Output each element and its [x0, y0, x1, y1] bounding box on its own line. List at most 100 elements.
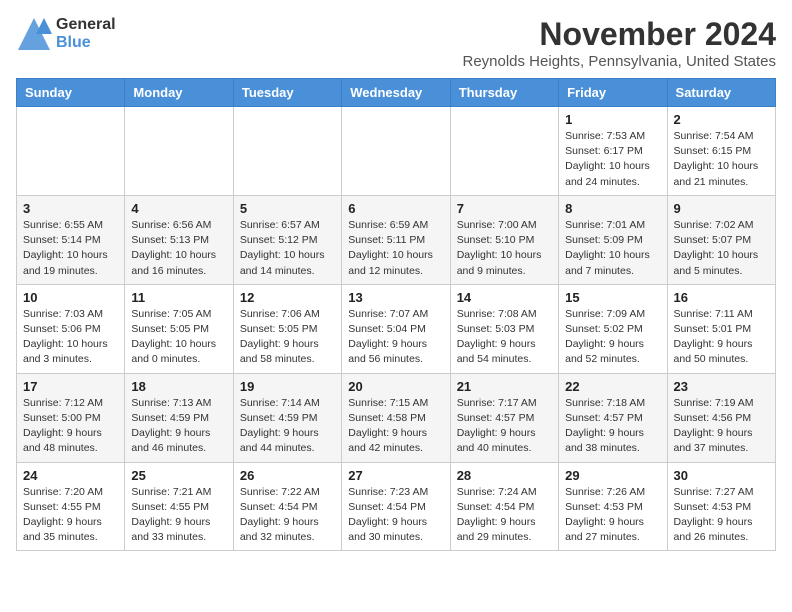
day-number: 26: [240, 468, 335, 483]
day-info: Sunrise: 7:02 AM Sunset: 5:07 PM Dayligh…: [674, 218, 769, 279]
calendar-cell: 7Sunrise: 7:00 AM Sunset: 5:10 PM Daylig…: [450, 195, 558, 284]
day-info: Sunrise: 7:23 AM Sunset: 4:54 PM Dayligh…: [348, 485, 443, 546]
calendar-cell: 22Sunrise: 7:18 AM Sunset: 4:57 PM Dayli…: [559, 373, 667, 462]
day-number: 24: [23, 468, 118, 483]
day-number: 21: [457, 379, 552, 394]
week-row-2: 10 Sunrise: 7:03 AM Sunset: 5:06 PM Dayli…: [17, 284, 776, 373]
day-number: 6: [348, 201, 443, 216]
calendar-cell: 20 Sunrise: 7:15 AM Sunset: 4:58 PM Dayli…: [342, 373, 450, 462]
calendar-cell: 15Sunrise: 7:09 AM Sunset: 5:02 PM Dayli…: [559, 284, 667, 373]
day-info: Sunrise: 7:12 AM Sunset: 5:00 PM Dayligh…: [23, 396, 118, 457]
day-info: Sunrise: 6:57 AM Sunset: 5:12 PM Dayligh…: [240, 218, 335, 279]
day-info: Sunrise: 7:11 AM Sunset: 5:01 PM Dayligh…: [674, 307, 769, 368]
calendar-cell: 19Sunrise: 7:14 AM Sunset: 4:59 PM Dayli…: [233, 373, 341, 462]
header: General Blue November 2024 Reynolds Heig…: [16, 16, 776, 70]
day-info: Sunrise: 7:09 AM Sunset: 5:02 PM Dayligh…: [565, 307, 660, 368]
day-info: Sunrise: 7:07 AM Sunset: 5:04 PM Dayligh…: [348, 307, 443, 368]
day-number: 10: [23, 290, 118, 305]
calendar-cell: [342, 107, 450, 196]
day-number: 29: [565, 468, 660, 483]
weekday-header-wednesday: Wednesday: [342, 79, 450, 107]
day-number: 18: [131, 379, 226, 394]
day-info: Sunrise: 7:20 AM Sunset: 4:55 PM Dayligh…: [23, 485, 118, 546]
month-title: November 2024: [462, 16, 776, 53]
calendar-cell: 16 Sunrise: 7:11 AM Sunset: 5:01 PM Dayli…: [667, 284, 775, 373]
calendar: SundayMondayTuesdayWednesdayThursdayFrid…: [16, 78, 776, 551]
day-info: Sunrise: 7:53 AM Sunset: 6:17 PM Dayligh…: [565, 129, 660, 190]
calendar-cell: 1 Sunrise: 7:53 AM Sunset: 6:17 PM Daylig…: [559, 107, 667, 196]
calendar-cell: 6 Sunrise: 6:59 AM Sunset: 5:11 PM Daylig…: [342, 195, 450, 284]
calendar-cell: 23Sunrise: 7:19 AM Sunset: 4:56 PM Dayli…: [667, 373, 775, 462]
weekday-header-tuesday: Tuesday: [233, 79, 341, 107]
calendar-cell: 27 Sunrise: 7:23 AM Sunset: 4:54 PM Dayli…: [342, 462, 450, 551]
day-info: Sunrise: 7:21 AM Sunset: 4:55 PM Dayligh…: [131, 485, 226, 546]
day-number: 9: [674, 201, 769, 216]
day-number: 11: [131, 290, 226, 305]
weekday-header-sunday: Sunday: [17, 79, 125, 107]
calendar-cell: 3 Sunrise: 6:55 AM Sunset: 5:14 PM Daylig…: [17, 195, 125, 284]
day-info: Sunrise: 6:56 AM Sunset: 5:13 PM Dayligh…: [131, 218, 226, 279]
logo-general-text: General: [56, 16, 116, 34]
calendar-cell: 24 Sunrise: 7:20 AM Sunset: 4:55 PM Dayli…: [17, 462, 125, 551]
calendar-cell: 21 Sunrise: 7:17 AM Sunset: 4:57 PM Dayli…: [450, 373, 558, 462]
weekday-header-saturday: Saturday: [667, 79, 775, 107]
day-number: 3: [23, 201, 118, 216]
calendar-cell: [17, 107, 125, 196]
calendar-cell: 8Sunrise: 7:01 AM Sunset: 5:09 PM Daylig…: [559, 195, 667, 284]
day-number: 5: [240, 201, 335, 216]
week-row-0: 1 Sunrise: 7:53 AM Sunset: 6:17 PM Daylig…: [17, 107, 776, 196]
day-info: Sunrise: 7:06 AM Sunset: 5:05 PM Dayligh…: [240, 307, 335, 368]
day-info: Sunrise: 6:55 AM Sunset: 5:14 PM Dayligh…: [23, 218, 118, 279]
day-info: Sunrise: 7:00 AM Sunset: 5:10 PM Dayligh…: [457, 218, 552, 279]
calendar-cell: 2Sunrise: 7:54 AM Sunset: 6:15 PM Daylig…: [667, 107, 775, 196]
day-info: Sunrise: 7:01 AM Sunset: 5:09 PM Dayligh…: [565, 218, 660, 279]
calendar-cell: 29 Sunrise: 7:26 AM Sunset: 4:53 PM Dayli…: [559, 462, 667, 551]
week-row-1: 3 Sunrise: 6:55 AM Sunset: 5:14 PM Daylig…: [17, 195, 776, 284]
calendar-cell: [125, 107, 233, 196]
week-row-4: 24 Sunrise: 7:20 AM Sunset: 4:55 PM Dayli…: [17, 462, 776, 551]
calendar-cell: 17Sunrise: 7:12 AM Sunset: 5:00 PM Dayli…: [17, 373, 125, 462]
calendar-cell: [450, 107, 558, 196]
calendar-cell: 18 Sunrise: 7:13 AM Sunset: 4:59 PM Dayli…: [125, 373, 233, 462]
day-info: Sunrise: 7:13 AM Sunset: 4:59 PM Dayligh…: [131, 396, 226, 457]
calendar-cell: 26 Sunrise: 7:22 AM Sunset: 4:54 PM Dayli…: [233, 462, 341, 551]
day-info: Sunrise: 7:26 AM Sunset: 4:53 PM Dayligh…: [565, 485, 660, 546]
day-info: Sunrise: 7:22 AM Sunset: 4:54 PM Dayligh…: [240, 485, 335, 546]
weekday-header-thursday: Thursday: [450, 79, 558, 107]
calendar-cell: 28 Sunrise: 7:24 AM Sunset: 4:54 PM Dayli…: [450, 462, 558, 551]
day-info: Sunrise: 7:24 AM Sunset: 4:54 PM Dayligh…: [457, 485, 552, 546]
calendar-cell: 13 Sunrise: 7:07 AM Sunset: 5:04 PM Dayli…: [342, 284, 450, 373]
day-number: 1: [565, 112, 660, 127]
calendar-body: 1 Sunrise: 7:53 AM Sunset: 6:17 PM Daylig…: [17, 107, 776, 551]
day-number: 14: [457, 290, 552, 305]
day-info: Sunrise: 7:18 AM Sunset: 4:57 PM Dayligh…: [565, 396, 660, 457]
calendar-cell: 9 Sunrise: 7:02 AM Sunset: 5:07 PM Daylig…: [667, 195, 775, 284]
week-row-3: 17Sunrise: 7:12 AM Sunset: 5:00 PM Dayli…: [17, 373, 776, 462]
logo: General Blue: [16, 16, 116, 52]
location-title: Reynolds Heights, Pennsylvania, United S…: [462, 53, 776, 70]
calendar-cell: 12 Sunrise: 7:06 AM Sunset: 5:05 PM Dayli…: [233, 284, 341, 373]
day-info: Sunrise: 7:05 AM Sunset: 5:05 PM Dayligh…: [131, 307, 226, 368]
day-number: 30: [674, 468, 769, 483]
calendar-cell: 14 Sunrise: 7:08 AM Sunset: 5:03 PM Dayli…: [450, 284, 558, 373]
day-number: 16: [674, 290, 769, 305]
day-number: 12: [240, 290, 335, 305]
day-number: 27: [348, 468, 443, 483]
day-number: 4: [131, 201, 226, 216]
day-number: 20: [348, 379, 443, 394]
day-number: 25: [131, 468, 226, 483]
day-number: 23: [674, 379, 769, 394]
day-number: 28: [457, 468, 552, 483]
day-number: 13: [348, 290, 443, 305]
day-info: Sunrise: 7:17 AM Sunset: 4:57 PM Dayligh…: [457, 396, 552, 457]
day-info: Sunrise: 7:54 AM Sunset: 6:15 PM Dayligh…: [674, 129, 769, 190]
logo-icon: [16, 16, 52, 52]
day-info: Sunrise: 7:08 AM Sunset: 5:03 PM Dayligh…: [457, 307, 552, 368]
day-info: Sunrise: 6:59 AM Sunset: 5:11 PM Dayligh…: [348, 218, 443, 279]
calendar-cell: [233, 107, 341, 196]
day-info: Sunrise: 7:03 AM Sunset: 5:06 PM Dayligh…: [23, 307, 118, 368]
calendar-cell: 4 Sunrise: 6:56 AM Sunset: 5:13 PM Daylig…: [125, 195, 233, 284]
calendar-cell: 25 Sunrise: 7:21 AM Sunset: 4:55 PM Dayli…: [125, 462, 233, 551]
calendar-cell: 30Sunrise: 7:27 AM Sunset: 4:53 PM Dayli…: [667, 462, 775, 551]
day-info: Sunrise: 7:15 AM Sunset: 4:58 PM Dayligh…: [348, 396, 443, 457]
